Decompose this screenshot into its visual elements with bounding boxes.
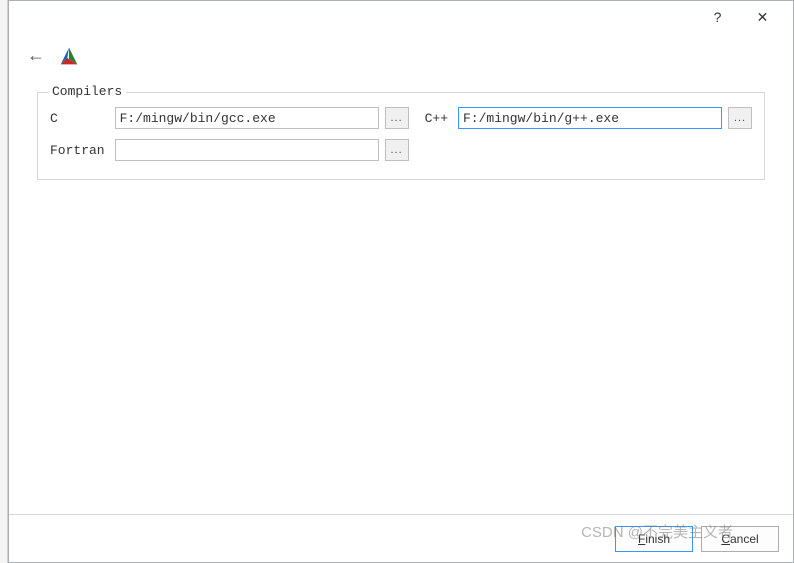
- titlebar: ? ✕: [9, 1, 793, 33]
- cmake-logo-icon: [59, 46, 79, 66]
- compilers-fieldset: Compilers C ... C++ ... Fortran ...: [37, 92, 765, 180]
- back-arrow-icon[interactable]: ←: [27, 45, 45, 66]
- c-compiler-input[interactable]: [115, 107, 379, 129]
- cancel-mnemonic: C: [721, 532, 730, 546]
- finish-button[interactable]: Finish: [615, 526, 693, 552]
- fortran-compiler-input[interactable]: [115, 139, 379, 161]
- content-area: Compilers C ... C++ ... Fortran ...: [9, 74, 793, 198]
- cpp-compiler-label: C++: [415, 111, 452, 126]
- finish-label-rest: inish: [645, 532, 670, 546]
- fortran-compiler-label: Fortran: [50, 143, 109, 158]
- cpp-compiler-browse-button[interactable]: ...: [728, 107, 752, 129]
- compiler-settings-dialog: ? ✕ ← Compilers C ... C++ ... Fortran: [8, 0, 794, 563]
- cancel-button[interactable]: Cancel: [701, 526, 779, 552]
- header-row: ←: [9, 33, 793, 74]
- fortran-compiler-browse-button[interactable]: ...: [385, 139, 409, 161]
- close-button[interactable]: ✕: [740, 2, 785, 32]
- help-button[interactable]: ?: [695, 2, 740, 32]
- compilers-grid: C ... C++ ... Fortran ...: [50, 107, 752, 161]
- cpp-compiler-input[interactable]: [458, 107, 722, 129]
- compilers-legend: Compilers: [48, 84, 126, 99]
- dialog-button-bar: Finish Cancel: [9, 514, 793, 562]
- c-compiler-label: C: [50, 111, 109, 126]
- cancel-label-rest: ancel: [730, 532, 759, 546]
- background-edge: [0, 0, 8, 563]
- c-compiler-browse-button[interactable]: ...: [385, 107, 409, 129]
